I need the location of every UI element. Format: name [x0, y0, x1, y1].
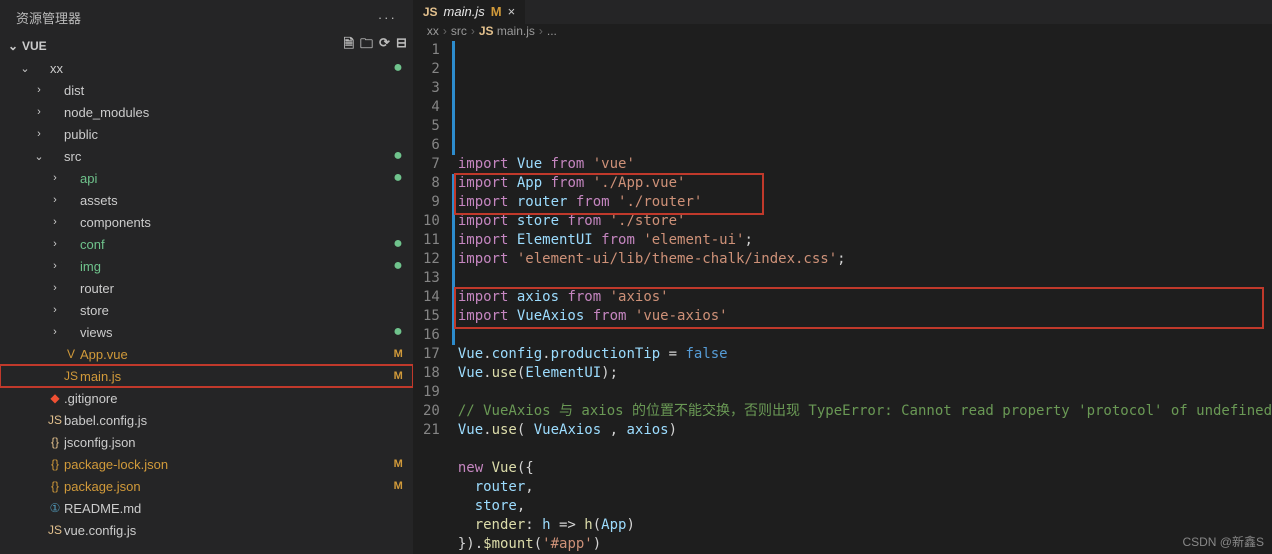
tree-folder[interactable]: ›api● [0, 167, 413, 189]
tree-item-label: src [64, 149, 387, 164]
tree-file[interactable]: JSvue.config.js [0, 519, 413, 541]
tree-folder[interactable]: ›dist [0, 79, 413, 101]
crumb-item[interactable]: ... [547, 24, 557, 38]
watermark: CSDN @新鑫S [1182, 533, 1264, 550]
tab-label: main.js [444, 4, 485, 19]
code-area[interactable]: 123456789101112131415161718192021 import… [413, 39, 1272, 554]
refresh-icon[interactable]: ⟳ [379, 35, 390, 57]
chevron-down-icon: ⌄ [6, 39, 20, 53]
file-tree[interactable]: ⌄xx●›dist›node_modules›public⌄src●›api●›… [0, 57, 413, 554]
tree-item-label: vue.config.js [64, 523, 387, 538]
tree-file[interactable]: ①README.md [0, 497, 413, 519]
git-gutter-mark [452, 41, 455, 155]
tree-item-label: views [80, 325, 387, 340]
tree-folder[interactable]: ›node_modules [0, 101, 413, 123]
code-source[interactable]: import Vue from 'vue'import App from './… [458, 41, 1272, 554]
new-folder-icon[interactable]: 🗀 [360, 35, 373, 57]
tree-file[interactable]: {}jsconfig.json [0, 431, 413, 453]
editor-tabs: JS main.js M × [413, 0, 1272, 24]
tree-item-label: dist [64, 83, 387, 98]
tree-item-label: public [64, 127, 387, 142]
editor-pane: JS main.js M × xx›src›JS main.js›... 123… [413, 0, 1272, 554]
explorer-title: 资源管理器 [16, 8, 81, 27]
tree-folder[interactable]: ›img● [0, 255, 413, 277]
js-file-icon: JS [423, 5, 438, 19]
tree-item-label: .gitignore [64, 391, 387, 406]
tree-file[interactable]: ◆.gitignore [0, 387, 413, 409]
close-icon[interactable]: × [508, 4, 516, 19]
more-icon[interactable]: ··· [378, 10, 397, 25]
tree-folder[interactable]: ›components [0, 211, 413, 233]
tree-item-label: assets [80, 193, 387, 208]
tree-item-label: babel.config.js [64, 413, 387, 428]
tree-item-label: main.js [80, 369, 387, 384]
tree-folder[interactable]: ›router [0, 277, 413, 299]
tree-folder[interactable]: ⌄src● [0, 145, 413, 167]
tree-item-label: App.vue [80, 347, 387, 362]
tree-item-label: package.json [64, 479, 387, 494]
tree-folder[interactable]: ›store [0, 299, 413, 321]
tab-main-js[interactable]: JS main.js M × [413, 0, 526, 24]
tree-folder[interactable]: ›views● [0, 321, 413, 343]
section-label: VUE [22, 39, 47, 53]
git-status-badge: M [491, 4, 502, 19]
tree-item-label: api [80, 171, 387, 186]
tree-item-label: xx [50, 61, 387, 76]
tree-file[interactable]: {}package-lock.jsonM [0, 453, 413, 475]
tree-item-label: README.md [64, 501, 387, 516]
tree-item-label: img [80, 259, 387, 274]
new-file-icon[interactable]: 🗎 [344, 35, 354, 57]
crumb-item[interactable]: JS main.js [479, 24, 535, 38]
explorer-sidebar: 资源管理器 ··· ⌄ VUE 🗎 🗀 ⟳ ⊟ ⌄xx●›dist›node_m… [0, 0, 413, 554]
tree-file[interactable]: VApp.vueM [0, 343, 413, 365]
tree-item-label: package-lock.json [64, 457, 387, 472]
explorer-header: 资源管理器 ··· [0, 0, 413, 35]
tree-folder[interactable]: ›assets [0, 189, 413, 211]
tree-folder[interactable]: ⌄xx● [0, 57, 413, 79]
breadcrumb[interactable]: xx›src›JS main.js›... [413, 24, 1272, 39]
tree-item-label: router [80, 281, 387, 296]
tree-folder[interactable]: ›conf● [0, 233, 413, 255]
crumb-item[interactable]: src [451, 24, 467, 38]
tree-item-label: store [80, 303, 387, 318]
tree-item-label: conf [80, 237, 387, 252]
collapse-all-icon[interactable]: ⊟ [396, 35, 407, 57]
tree-file[interactable]: {}package.jsonM [0, 475, 413, 497]
tree-item-label: components [80, 215, 387, 230]
explorer-section[interactable]: ⌄ VUE 🗎 🗀 ⟳ ⊟ [0, 35, 413, 57]
tree-file[interactable]: JSbabel.config.js [0, 409, 413, 431]
tree-file[interactable]: JSmain.jsM [0, 365, 413, 387]
crumb-item[interactable]: xx [427, 24, 439, 38]
git-gutter-mark [452, 174, 455, 345]
tree-item-label: node_modules [64, 105, 387, 120]
tree-folder[interactable]: ›public [0, 123, 413, 145]
tree-item-label: jsconfig.json [64, 435, 387, 450]
